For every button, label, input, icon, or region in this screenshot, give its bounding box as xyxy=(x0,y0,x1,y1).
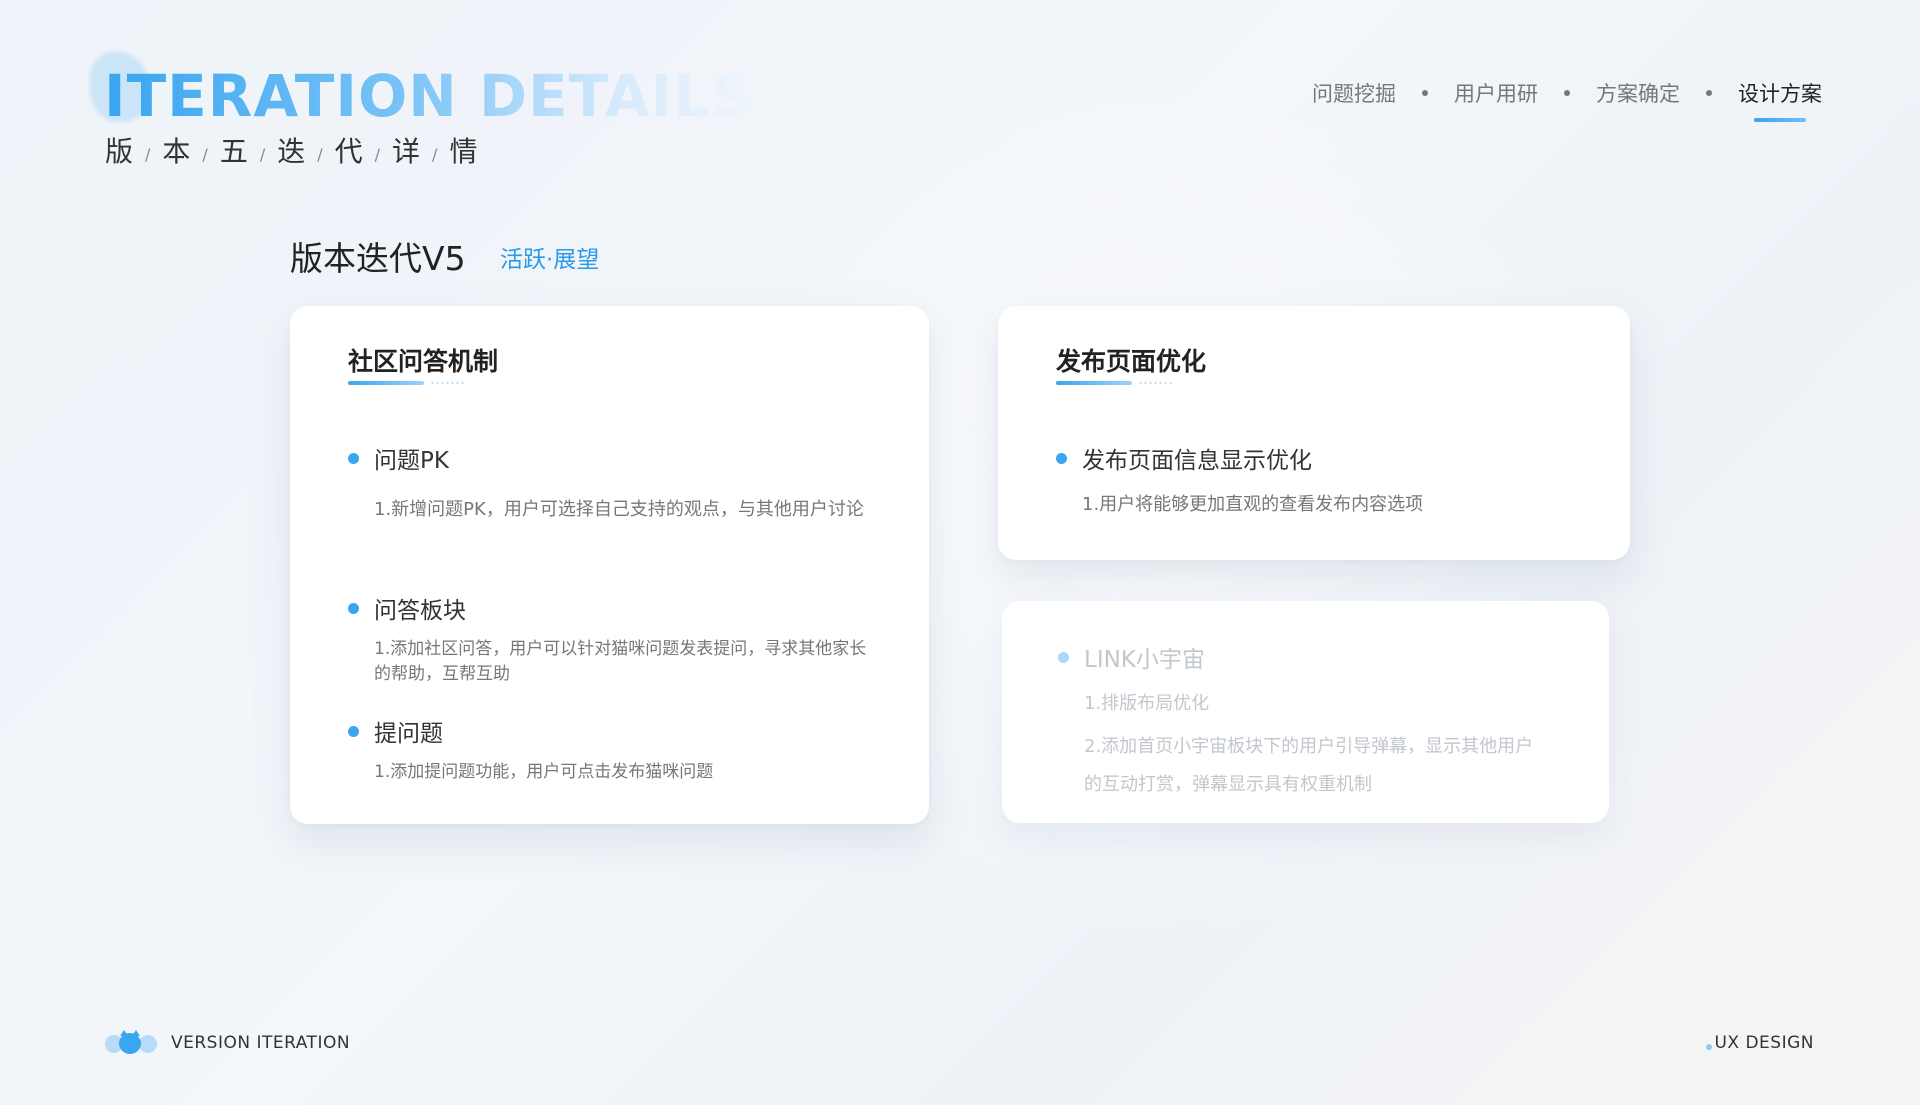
item-description: 1.添加提问题功能，用户可点击发布猫咪问题 xyxy=(374,762,714,782)
item-heading: 问题PK xyxy=(374,448,449,474)
title-underline xyxy=(1056,381,1174,385)
bullet-icon xyxy=(1058,651,1069,663)
footer-left: VERSION ITERATION xyxy=(105,1030,351,1054)
section-tag: 活跃·展望 xyxy=(500,247,600,273)
nav-item-plan-confirm[interactable]: 方案确定 xyxy=(1596,78,1680,108)
top-navigation: 问题挖掘 用户用研 方案确定 设计方案 xyxy=(1312,78,1822,122)
list-item: LINK小宇宙 1.排版布局优化 2.添加首页小宇宙板块下的用户引导弹幕，显示其… xyxy=(1058,640,1549,804)
bullet-icon xyxy=(348,725,359,737)
nav-separator-dot xyxy=(1564,90,1570,96)
dot-icon xyxy=(1706,1044,1713,1050)
hero-title: ITERATION DETAILS xyxy=(104,62,755,130)
card-title: 社区问答机制 xyxy=(348,347,499,376)
card-publish-page: 发布页面优化 发布页面信息显示优化 1.用户将能够更加直观的查看发布内容选项 xyxy=(998,306,1630,560)
subtitle-separator: / xyxy=(259,144,266,164)
cat-logo-icon xyxy=(105,1030,157,1054)
item-description: 1.排版布局优化 xyxy=(1084,693,1210,714)
nav-separator-dot xyxy=(1422,90,1428,96)
card-link-universe: LINK小宇宙 1.排版布局优化 2.添加首页小宇宙板块下的用户引导弹幕，显示其… xyxy=(1002,601,1609,823)
footer-left-label: VERSION ITERATION xyxy=(171,1033,351,1053)
footer-right-label: UX DESIGN xyxy=(1714,1033,1814,1053)
subtitle-char: 情 xyxy=(449,135,478,168)
bullet-icon xyxy=(348,602,359,614)
card-title: 发布页面优化 xyxy=(1056,347,1207,376)
nav-item-user-research[interactable]: 用户用研 xyxy=(1454,78,1538,108)
subtitle-char: 本 xyxy=(162,135,191,168)
list-item: 问答板块 1.添加社区问答，用户可以针对猫咪问题发表提问，寻求其他家长的帮助，互… xyxy=(348,591,869,687)
footer-right: UX DESIGN xyxy=(1706,1033,1814,1053)
subtitle-char: 五 xyxy=(219,135,248,168)
subtitle-separator: / xyxy=(374,144,381,164)
nav-separator-dot xyxy=(1706,90,1712,96)
nav-item-design-plan[interactable]: 设计方案 xyxy=(1738,78,1822,122)
subtitle-separator: / xyxy=(145,144,151,164)
section-title: 版本迭代V5 xyxy=(290,239,466,278)
item-description: 1.添加社区问答，用户可以针对猫咪问题发表提问，寻求其他家长的帮助，互帮互助 xyxy=(374,639,867,684)
subtitle-separator: / xyxy=(202,144,208,164)
title-underline xyxy=(348,381,466,385)
subtitle-separator: / xyxy=(432,144,438,164)
item-heading: LINK小宇宙 xyxy=(1084,647,1205,673)
item-description: 2.添加首页小宇宙板块下的用户引导弹幕，显示其他用户的互动打赏，弹幕显示具有权重… xyxy=(1084,736,1534,795)
subtitle-char: 迭 xyxy=(277,135,306,168)
card-community-qa: 社区问答机制 问题PK 1.新增问题PK，用户可选择自己支持的观点，与其他用户讨… xyxy=(290,306,929,824)
item-description: 1.新增问题PK，用户可选择自己支持的观点，与其他用户讨论 xyxy=(374,499,864,520)
nav-item-problem-mining[interactable]: 问题挖掘 xyxy=(1312,78,1396,108)
subtitle-char: 详 xyxy=(392,135,421,168)
item-description: 1.用户将能够更加直观的查看发布内容选项 xyxy=(1082,494,1424,515)
subtitle-char: 版 xyxy=(105,135,134,168)
item-heading: 提问题 xyxy=(374,721,443,747)
item-heading: 问答板块 xyxy=(374,598,466,624)
item-heading: 发布页面信息显示优化 xyxy=(1082,448,1312,474)
bullet-icon xyxy=(348,452,359,464)
list-item: 问题PK 1.新增问题PK，用户可选择自己支持的观点，与其他用户讨论 xyxy=(348,441,869,529)
subtitle-char: 代 xyxy=(334,135,363,168)
subtitle-separator: / xyxy=(317,144,323,164)
bullet-icon xyxy=(1056,452,1067,464)
page-subtitle: 版 / 本 / 五 / 迭 / 代 / 详 / 情 xyxy=(105,130,477,170)
list-item: 提问题 1.添加提问题功能，用户可点击发布猫咪问题 xyxy=(348,714,869,785)
list-item: 发布页面信息显示优化 1.用户将能够更加直观的查看发布内容选项 xyxy=(1056,441,1570,519)
